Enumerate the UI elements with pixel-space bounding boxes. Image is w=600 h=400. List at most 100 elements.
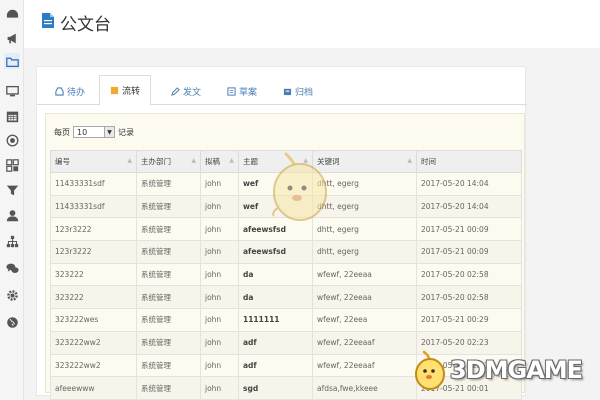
- table-cell: wfewf, 22eea: [312, 308, 417, 332]
- table-cell: 11433331sdf: [50, 194, 137, 219]
- transfer-icon: [110, 86, 119, 95]
- table-cell: afeeewww: [50, 376, 137, 400]
- page-size-prefix: 每页: [54, 127, 70, 137]
- table-cell: 系统管理: [136, 330, 201, 355]
- table-cell: 2017-05-20 14:04: [416, 194, 522, 219]
- archive-icon: [283, 88, 292, 95]
- table-cell: adf: [238, 330, 313, 355]
- globe-icon[interactable]: [4, 314, 20, 330]
- table-cell: john: [200, 330, 239, 355]
- tab-transfer[interactable]: 流转: [99, 75, 152, 106]
- tab-bar: 待办 流转 发文 草案 归档: [37, 67, 527, 106]
- tab-send[interactable]: 发文: [171, 77, 201, 105]
- table-cell: john: [200, 172, 239, 196]
- page-title-text: 公文台: [60, 15, 111, 35]
- folder-icon[interactable]: [4, 53, 20, 69]
- table-cell: afdsa,fwe,kkeee: [312, 376, 417, 400]
- sort-icon: ▲: [407, 157, 412, 164]
- page-size-suffix: 记录: [118, 127, 134, 137]
- main-card: 待办 流转 发文 草案 归档 每页 10 ▼ 记录 编号 ▲ 主办部门 ▲ 拟稿…: [36, 66, 527, 400]
- table-cell: da: [238, 285, 313, 310]
- table-cell: 系统管理: [136, 194, 201, 219]
- table-cell: 系统管理: [136, 308, 201, 332]
- page-size-control: 每页 10 ▼ 记录: [54, 126, 134, 138]
- gear-icon[interactable]: [4, 287, 20, 303]
- table-cell: john: [200, 262, 239, 287]
- table-cell: wfewf, 22eeaa: [312, 262, 417, 287]
- table-cell: 系统管理: [136, 217, 201, 242]
- calendar-icon[interactable]: [4, 108, 20, 124]
- table-cell: john: [200, 285, 239, 310]
- table-cell: 2017-05-20 02:58: [416, 285, 522, 310]
- site-watermark: 3DMGAME: [414, 350, 583, 390]
- sidebar: [0, 0, 24, 400]
- tab-send-label: 发文: [183, 87, 202, 98]
- chevron-down-icon: ▼: [104, 127, 114, 137]
- tab-draft[interactable]: 草案: [227, 77, 257, 105]
- column-header-time[interactable]: 时间: [416, 150, 522, 173]
- column-header-id[interactable]: 编号 ▲: [50, 150, 137, 173]
- table-cell: john: [200, 376, 239, 400]
- page-size-value: 10: [77, 127, 88, 137]
- table-row[interactable]: 123r3222 系统管理 john afeewsfsd dhtt, egerg 2017…: [50, 240, 522, 264]
- column-header-author[interactable]: 拟稿 ▲: [200, 150, 239, 173]
- table-cell: 系统管理: [136, 172, 201, 196]
- table-cell: john: [200, 217, 239, 242]
- table-cell: 323222wes: [50, 308, 137, 332]
- table-cell: da: [238, 262, 313, 287]
- mascot-logo-icon: [415, 350, 445, 390]
- grid-icon[interactable]: [4, 157, 20, 173]
- target-icon[interactable]: [4, 132, 20, 148]
- table-cell: john: [200, 194, 239, 219]
- table-cell: afeewsfsd: [238, 240, 313, 264]
- table-cell: 2017-05-21 00:09: [416, 217, 522, 242]
- tab-todo[interactable]: 待办: [55, 77, 85, 105]
- dashboard-icon[interactable]: [4, 6, 20, 22]
- table-row[interactable]: 323222 系统管理 john da wfewf, 22eeaa 2017-05-20 …: [50, 262, 522, 287]
- desktop-icon[interactable]: [4, 83, 20, 99]
- table-cell: john: [200, 308, 239, 332]
- table-cell: 1111111: [238, 308, 313, 332]
- table-cell: 系统管理: [136, 353, 201, 378]
- tab-transfer-label: 流转: [122, 87, 141, 97]
- column-header-department[interactable]: 主办部门 ▲: [136, 150, 201, 173]
- table-cell: 323222ww2: [50, 353, 137, 378]
- tab-archive-label: 归档: [295, 87, 314, 98]
- table-cell: 2017-05-21 00:09: [416, 240, 522, 264]
- table-row[interactable]: 323222 系统管理 john da wfewf, 22eeaa 2017-05-20 …: [50, 285, 522, 310]
- table-cell: wfewf, 22eeaaf: [312, 353, 417, 378]
- draft-icon: [227, 86, 236, 96]
- table-cell: 系统管理: [136, 285, 201, 310]
- table-cell: 系统管理: [136, 240, 201, 264]
- table-cell: wfewf, 22eeaaf: [312, 330, 417, 355]
- table-cell: dhtt, egerg: [312, 240, 417, 264]
- edit-icon: [171, 86, 180, 96]
- sort-icon: ▲: [191, 157, 196, 164]
- table-cell: 323222: [50, 285, 137, 310]
- table-cell: adf: [238, 353, 313, 378]
- filter-icon[interactable]: [4, 182, 20, 198]
- table-cell: sgd: [238, 376, 313, 400]
- table-cell: wfewf, 22eeaa: [312, 285, 417, 310]
- table-cell: 2017-05-20 02:58: [416, 262, 522, 287]
- tab-todo-label: 待办: [67, 87, 86, 98]
- megaphone-icon[interactable]: [4, 30, 20, 46]
- table-cell: 系统管理: [136, 262, 201, 287]
- sort-icon: ▲: [229, 157, 234, 164]
- table-cell: 系统管理: [136, 376, 201, 400]
- table-cell: 323222: [50, 262, 137, 287]
- mascot-watermark: [272, 152, 327, 221]
- tab-archive[interactable]: 归档: [283, 77, 313, 105]
- tab-draft-label: 草案: [239, 87, 258, 98]
- watermark-text: 3DMGAME: [450, 356, 583, 384]
- inbox-icon: [55, 86, 64, 96]
- user-icon[interactable]: [4, 207, 20, 223]
- chat-icon[interactable]: [4, 260, 20, 276]
- table-cell: 123r3222: [50, 217, 137, 242]
- page-size-select[interactable]: 10 ▼: [73, 126, 115, 138]
- table-cell: 2017-05-21 00:29: [416, 308, 522, 332]
- table-row[interactable]: 323222wes 系统管理 john 1111111 wfewf, 22eea 2017…: [50, 308, 522, 332]
- sitemap-icon[interactable]: [4, 233, 20, 249]
- page-header: 公文台: [24, 0, 600, 48]
- table-cell: 2017-05-20 14:04: [416, 172, 522, 196]
